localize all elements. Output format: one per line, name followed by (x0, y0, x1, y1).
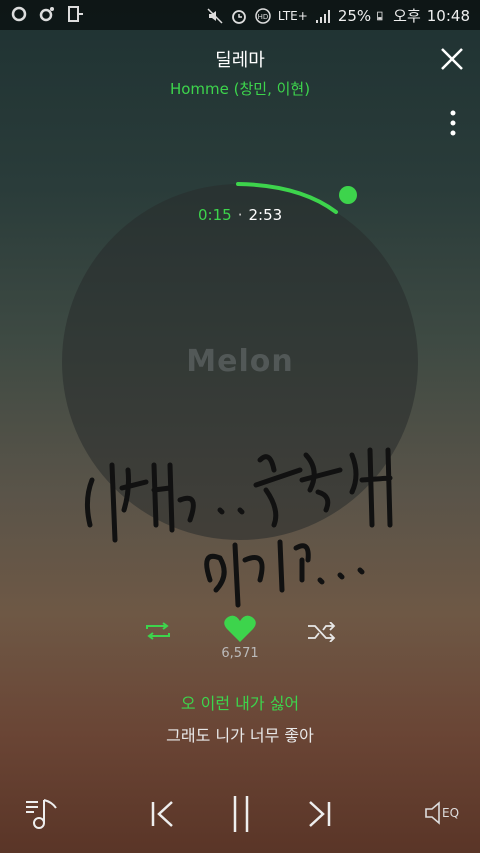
heart-icon[interactable] (223, 614, 257, 644)
shuffle-icon[interactable] (306, 622, 338, 642)
progress-handle[interactable] (339, 186, 357, 204)
repeat-icon[interactable] (143, 622, 173, 640)
lyric-next[interactable]: 그래도 니가 너무 좋아 (0, 722, 480, 746)
player-controls: EQ (0, 790, 480, 840)
time-display: 0:15 · 2:53 (198, 206, 283, 224)
melon-logo: Melon (186, 344, 294, 379)
pause-icon[interactable] (230, 794, 252, 834)
eq-icon (425, 801, 440, 825)
like-count: 6,571 (221, 646, 259, 661)
playlist-icon[interactable] (24, 796, 60, 832)
eq-label: EQ (442, 806, 460, 820)
handwriting-graphic (84, 447, 393, 608)
current-time: 0:15 (198, 206, 232, 224)
eq-button[interactable]: EQ (424, 800, 459, 826)
next-icon[interactable] (306, 800, 332, 828)
lyric-current[interactable]: 오 이런 내가 싫어 (0, 690, 480, 714)
total-time: 2:53 (248, 206, 283, 224)
previous-icon[interactable] (150, 800, 176, 828)
